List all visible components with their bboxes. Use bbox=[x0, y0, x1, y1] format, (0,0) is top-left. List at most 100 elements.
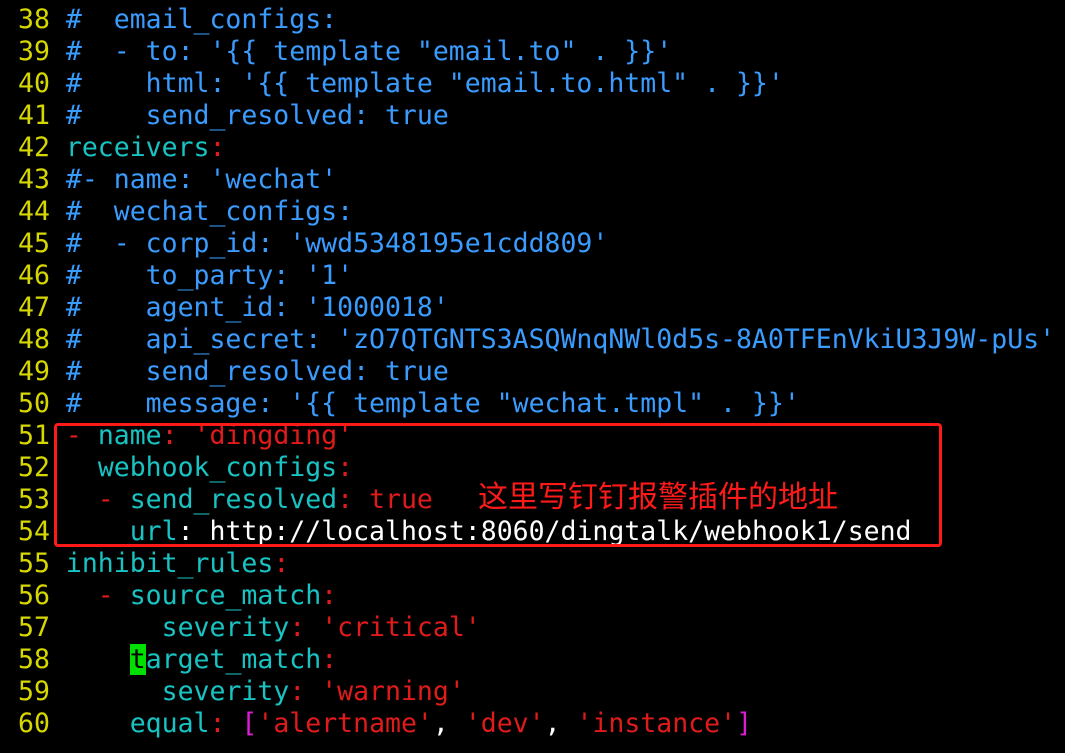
gutter-space bbox=[50, 580, 66, 611]
code-token: equal bbox=[129, 708, 210, 739]
line-number: 50 bbox=[18, 388, 50, 419]
line-number: 54 bbox=[18, 516, 50, 547]
code-line[interactable]: 45 # - corp_id: 'wwd5348195e1cdd809' bbox=[18, 228, 608, 260]
gutter-space bbox=[50, 196, 66, 227]
gutter-space bbox=[50, 356, 66, 387]
code-line[interactable]: 48 # api_secret: 'zO7QTGNTS3ASQWnqNWl0d5… bbox=[18, 324, 1055, 356]
line-number: 45 bbox=[18, 228, 50, 259]
code-line[interactable]: 58 target_match: bbox=[18, 644, 337, 676]
code-token: , bbox=[544, 708, 577, 739]
line-number: 53 bbox=[18, 484, 50, 515]
line-number: 51 bbox=[18, 420, 50, 451]
code-line[interactable]: 39 # - to: '{{ template "email.to" . }}' bbox=[18, 36, 672, 68]
code-token: # send_resolved: true bbox=[65, 100, 449, 131]
gutter-space bbox=[50, 100, 66, 131]
gutter-space bbox=[50, 612, 66, 643]
gutter-space bbox=[50, 260, 66, 291]
code-token: [ bbox=[241, 708, 258, 739]
code-token: # agent_id: '1000018' bbox=[65, 292, 449, 323]
gutter-space bbox=[50, 388, 66, 419]
code-token: : bbox=[209, 708, 242, 739]
gutter-space bbox=[50, 644, 66, 675]
line-number: 44 bbox=[18, 196, 50, 227]
annotation-label: 这里写钉钉报警插件的地址 bbox=[478, 480, 838, 515]
line-number: 57 bbox=[18, 612, 50, 643]
line-number: 42 bbox=[18, 132, 50, 163]
gutter-space bbox=[50, 676, 66, 707]
code-token: : bbox=[321, 580, 338, 611]
line-number: 40 bbox=[18, 68, 50, 99]
code-token: : bbox=[289, 676, 322, 707]
gutter-space bbox=[50, 36, 66, 67]
code-token: inhibit_rules bbox=[65, 548, 274, 579]
line-number: 56 bbox=[18, 580, 50, 611]
gutter-space bbox=[50, 4, 66, 35]
code-token: source_match bbox=[129, 580, 322, 611]
code-token: 'dev' bbox=[464, 708, 545, 739]
line-number: 39 bbox=[18, 36, 50, 67]
code-line[interactable]: 40 # html: '{{ template "email.to.html" … bbox=[18, 68, 784, 100]
code-token: ] bbox=[736, 708, 753, 739]
code-line[interactable]: 47 # agent_id: '1000018' bbox=[18, 292, 449, 324]
line-number: 60 bbox=[18, 708, 50, 739]
line-number: 58 bbox=[18, 644, 50, 675]
code-token: severity bbox=[161, 676, 290, 707]
code-token: # email_configs: bbox=[65, 4, 338, 35]
code-token: : bbox=[289, 612, 322, 643]
code-token: # html: '{{ template "email.to.html" . }… bbox=[65, 68, 784, 99]
code-token: : bbox=[273, 548, 290, 579]
code-line[interactable]: 46 # to_party: '1' bbox=[18, 260, 353, 292]
code-token: - bbox=[65, 580, 130, 611]
gutter-space bbox=[50, 292, 66, 323]
code-token: # - to: '{{ template "email.to" . }}' bbox=[65, 36, 673, 67]
code-token: 'instance' bbox=[576, 708, 737, 739]
line-number: 48 bbox=[18, 324, 50, 355]
code-line[interactable]: 55 inhibit_rules: bbox=[18, 548, 289, 580]
code-token: : bbox=[321, 644, 338, 675]
line-number: 52 bbox=[18, 452, 50, 483]
line-number: 46 bbox=[18, 260, 50, 291]
code-line[interactable]: 60 equal: ['alertname', 'dev', 'instance… bbox=[18, 708, 752, 740]
code-token: #- name: 'wechat' bbox=[65, 164, 338, 195]
line-number: 49 bbox=[18, 356, 50, 387]
code-token: severity bbox=[161, 612, 290, 643]
code-token: # api_secret: 'zO7QTGNTS3ASQWnqNWl0d5s-8… bbox=[65, 324, 1056, 355]
code-token: # - corp_id: 'wwd5348195e1cdd809' bbox=[65, 228, 609, 259]
text-cursor: t bbox=[129, 644, 146, 675]
line-number: 41 bbox=[18, 100, 50, 131]
code-line[interactable]: 50 # message: '{{ template "wechat.tmpl"… bbox=[18, 388, 800, 420]
gutter-space bbox=[50, 708, 66, 739]
line-number: 47 bbox=[18, 292, 50, 323]
gutter-space bbox=[50, 68, 66, 99]
code-line[interactable]: 38 # email_configs: bbox=[18, 4, 337, 36]
code-line[interactable]: 56 - source_match: bbox=[18, 580, 337, 612]
code-line[interactable]: 59 severity: 'warning' bbox=[18, 676, 465, 708]
gutter-space bbox=[50, 548, 66, 579]
gutter-space bbox=[50, 228, 66, 259]
code-line[interactable]: 49 # send_resolved: true bbox=[18, 356, 449, 388]
line-number: 43 bbox=[18, 164, 50, 195]
code-token: arget_match bbox=[145, 644, 322, 675]
code-editor[interactable]: 38 # email_configs: 39 # - to: '{{ templa… bbox=[0, 0, 1065, 753]
code-token: 'alertname' bbox=[257, 708, 433, 739]
code-token: 'warning' bbox=[321, 676, 465, 707]
code-line[interactable]: 41 # send_resolved: true bbox=[18, 100, 449, 132]
code-token: # wechat_configs: bbox=[65, 196, 354, 227]
code-token: : bbox=[209, 132, 226, 163]
code-line[interactable]: 43 #- name: 'wechat' bbox=[18, 164, 337, 196]
code-line[interactable]: 44 # wechat_configs: bbox=[18, 196, 353, 228]
line-number: 55 bbox=[18, 548, 50, 579]
gutter-space bbox=[50, 324, 66, 355]
code-token: , bbox=[432, 708, 465, 739]
gutter-space bbox=[50, 132, 66, 163]
code-token: # to_party: '1' bbox=[65, 260, 354, 291]
code-line[interactable]: 42 receivers: bbox=[18, 132, 225, 164]
code-token: # send_resolved: true bbox=[65, 356, 449, 387]
code-token: # message: '{{ template "wechat.tmpl" . … bbox=[65, 388, 800, 419]
line-number: 38 bbox=[18, 4, 50, 35]
code-line[interactable]: 57 severity: 'critical' bbox=[18, 612, 481, 644]
line-number: 59 bbox=[18, 676, 50, 707]
